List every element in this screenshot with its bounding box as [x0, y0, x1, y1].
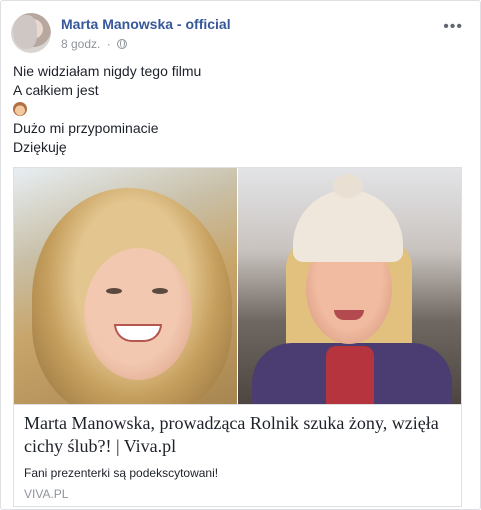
post-header: Marta Manowska - official 8 godz. · •••: [11, 13, 471, 53]
page-name-link[interactable]: Marta Manowska - official: [61, 16, 231, 32]
post-text-line: Dziękuję: [13, 139, 67, 155]
eye-shape: [152, 288, 168, 294]
post-text-line: A całkiem jest: [13, 82, 99, 98]
post-text-line: Dużo mi przypominacie: [13, 120, 159, 136]
eye-shape: [106, 288, 122, 294]
photo-left: [14, 168, 237, 404]
post-text-line: Nie widziałam nigdy tego filmu: [13, 63, 202, 79]
more-options-icon[interactable]: •••: [443, 19, 463, 35]
post-text: Nie widziałam nigdy tego filmu A całkiem…: [13, 62, 468, 157]
shirt-shape: [326, 346, 374, 404]
post-timestamp[interactable]: 8 godz.: [61, 37, 100, 51]
post-meta: 8 godz. ·: [61, 37, 128, 51]
photo-right: [238, 168, 461, 404]
avatar[interactable]: [11, 13, 51, 53]
link-title[interactable]: Marta Manowska, prowadząca Rolnik szuka …: [24, 412, 449, 458]
post-card: Marta Manowska - official 8 godz. · ••• …: [0, 0, 481, 510]
link-preview-body[interactable]: Marta Manowska, prowadząca Rolnik szuka …: [14, 404, 461, 506]
link-description: Fani prezenterki są podekscytowani!: [24, 466, 219, 480]
link-preview-image[interactable]: [14, 168, 461, 404]
globe-icon[interactable]: [117, 39, 128, 49]
avatar-photo: [13, 15, 37, 49]
face-shape: [84, 248, 192, 380]
meta-separator: ·: [106, 37, 111, 51]
emoji-line: [13, 100, 468, 119]
beanie-shape: [293, 174, 403, 262]
emoji-icon: [13, 102, 27, 116]
link-preview-card[interactable]: Marta Manowska, prowadząca Rolnik szuka …: [13, 167, 462, 507]
link-domain: VIVA.PL: [24, 487, 69, 501]
